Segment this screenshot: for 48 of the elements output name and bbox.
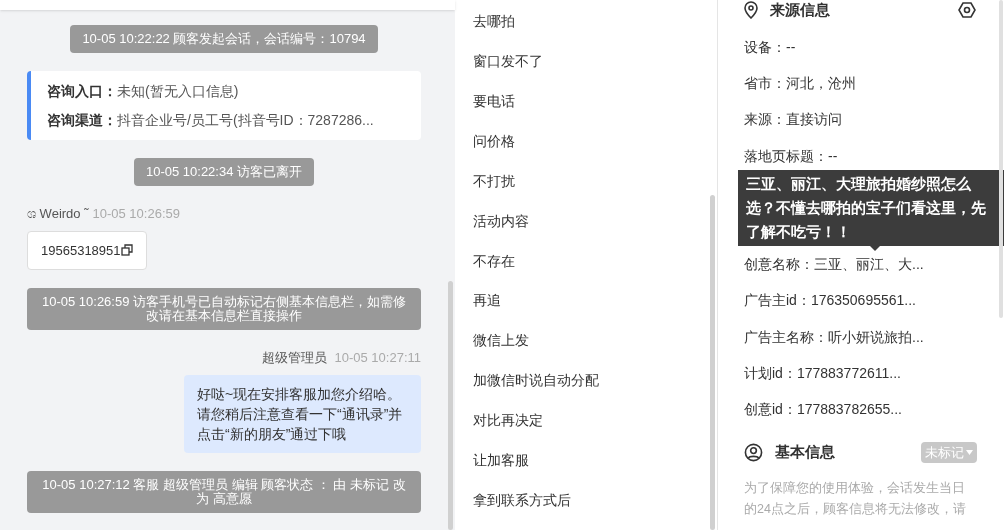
scrollbar[interactable] (710, 195, 715, 530)
quick-reply-item[interactable]: 微信上发 (473, 330, 717, 371)
system-message: 10-05 10:26:59 访客手机号已自动标记右侧基本信息栏，如需修改请在基本信息栏直接操作 (27, 288, 421, 330)
info-row-text: 来源：直接访问 (744, 110, 843, 130)
section-title: 基本信息 (775, 442, 835, 463)
tooltip-arrow (870, 246, 880, 251)
info-row-text: 创意名称：三亚、丽江、大... (744, 255, 925, 275)
quick-reply-item[interactable]: 活动内容 (473, 210, 717, 251)
quick-reply-item[interactable]: 去哪拍 (473, 11, 717, 51)
entry-label: 咨询入口： (47, 82, 117, 101)
tooltip: 三亚、丽江、大理旅拍婚纱照怎么选？不懂去哪拍的宝子们看这里，先了解不吃亏！！ (738, 170, 1004, 246)
message-text: 19565318951 (41, 241, 121, 260)
info-note: 为了保障您的使用体验，会话发生当日的24点之后，顾客信息将无法修改，请 (744, 479, 967, 518)
info-row-text: 创意id：177883782655... (744, 399, 903, 419)
system-message: 10-05 10:22:34 访客已离开 (133, 158, 315, 186)
system-message: 10-05 10:22:22 顾客发起会话，会话编号：10794 (70, 25, 378, 53)
entry-value: 未知(暂无入口信息) (117, 82, 239, 101)
entry-value: 抖音企业号/员工号(抖音号ID：7287286... (117, 111, 374, 130)
quick-reply-item[interactable]: 拿到联系方式后 (473, 490, 717, 530)
quick-reply-item[interactable]: 窗口发不了 (473, 50, 717, 91)
quick-reply-item[interactable]: 要电话 (473, 90, 717, 131)
quick-reply-item[interactable]: 让加客服 (473, 450, 717, 491)
info-row-text: 落地页标题：-- (744, 146, 839, 166)
quick-reply-item[interactable]: 加微信时说自动分配 (473, 370, 717, 411)
section-title: 来源信息 (770, 0, 830, 20)
entry-label: 咨询渠道： (47, 111, 117, 130)
quick-reply-item[interactable]: 再追 (473, 290, 717, 331)
message-time: 10-05 10:27:11 (334, 349, 421, 367)
info-row-text: 广告主名称：听小妍说旅拍... (744, 327, 925, 347)
message-time: 10-05 10:26:59 (92, 205, 180, 223)
info-row-text: 计划id：177883772611... (744, 363, 902, 383)
quick-reply-item[interactable]: 对比再决定 (473, 410, 717, 451)
quick-reply-item[interactable]: 问价格 (473, 130, 717, 171)
location-pin-icon (744, 1, 758, 19)
sender-name: ශ Weirdo ˜ (27, 205, 89, 223)
quick-reply-item[interactable]: 不打扰 (473, 170, 717, 211)
system-message: 10-05 10:27:12 客服 超级管理员 编辑 顾客状态 ： 由 未标记 改为 高意愿 (27, 470, 421, 513)
caret-icon (966, 449, 973, 455)
message-bubble: 好哒~现在安排客服加您介绍哈。请您稍后注意查看一下“通讯录”并点击“新的朋友”通过下哦 (184, 374, 421, 453)
sender-name: 超级管理员 (261, 349, 327, 367)
user-icon (744, 442, 763, 462)
info-row-text: 广告主id：176350695561... (744, 291, 917, 311)
info-row-text: 设备：-- (744, 38, 797, 57)
info-row-text: 省市：河北，沧州 (744, 74, 857, 94)
quick-reply-item[interactable]: 不存在 (473, 250, 717, 291)
scrollbar[interactable] (448, 281, 453, 530)
settings-icon[interactable] (958, 1, 976, 19)
copy-icon[interactable] (120, 244, 133, 257)
